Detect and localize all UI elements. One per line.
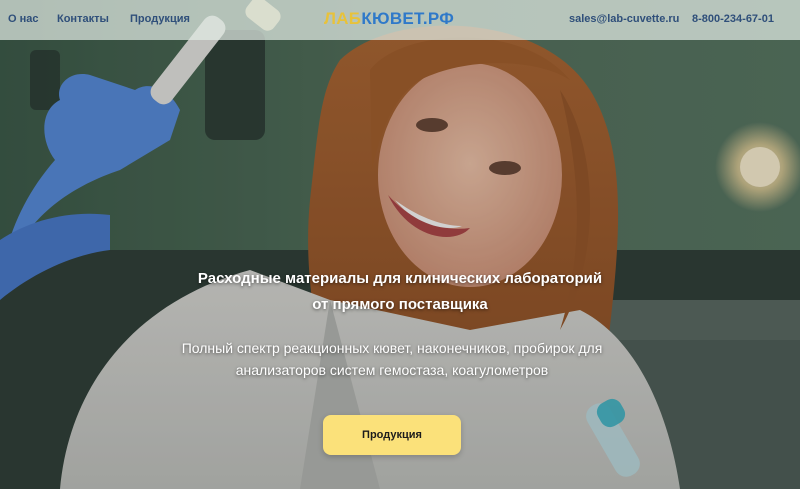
nav-link-contacts[interactable]: Контакты <box>57 13 109 25</box>
hero-subtitle-line-1: Полный спектр реакционных кювет, наконеч… <box>181 340 603 356</box>
site-logo[interactable]: ЛАБКЮВЕТ.РФ <box>324 9 454 29</box>
hero-title-line-2: от прямого поставщика <box>312 296 488 313</box>
logo-part-lab: ЛАБ <box>324 9 362 28</box>
nav-link-products[interactable]: Продукция <box>130 13 190 25</box>
hero-title-line-1: Расходные материалы для клинических лабо… <box>197 270 603 287</box>
landing-page: О нас Контакты Продукция ЛАБКЮВЕТ.РФ sal… <box>0 0 800 489</box>
products-cta-button[interactable]: Продукция <box>323 415 461 455</box>
hero-subtitle-line-2: анализаторов систем гемостаза, коагуломе… <box>235 362 549 378</box>
nav-link-about[interactable]: О нас <box>8 13 39 25</box>
top-navigation-bar: О нас Контакты Продукция ЛАБКЮВЕТ.РФ sal… <box>0 0 800 40</box>
logo-part-kuvet: КЮВЕТ.РФ <box>361 9 455 28</box>
phone-link[interactable]: 8-800-234-67-01 <box>692 13 774 25</box>
email-link[interactable]: sales@lab-cuvette.ru <box>569 13 679 25</box>
